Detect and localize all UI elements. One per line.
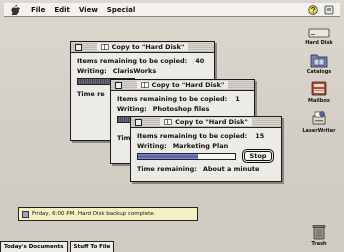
laserwriter-desktop-icon[interactable]: LaserWriter: [299, 110, 339, 134]
writing-label: Writing:: [117, 105, 147, 113]
copy-progress-fill: [138, 153, 199, 159]
remaining-label: Items remaining to be copied:: [117, 95, 228, 103]
copy-window-3-title: Copy to "Hard Disk": [175, 118, 248, 126]
tab-todays-documents[interactable]: Today's Documents: [0, 241, 68, 252]
remaining-count: 40: [195, 57, 205, 65]
copy-window-3-titlebar[interactable]: Copy to "Hard Disk": [131, 117, 281, 128]
tab-stuff-to-file[interactable]: Stuff To File: [69, 241, 115, 252]
remaining-count: 1: [235, 95, 240, 103]
hard-disk-label: Hard Disk: [305, 40, 333, 46]
remaining-count: 15: [255, 132, 265, 140]
notification-text: Friday, 6:00 PM. Hard Disk backup comple…: [32, 211, 156, 217]
catalogs-label: Catalogs: [306, 69, 332, 75]
copy-files-icon: [164, 119, 172, 125]
close-box-icon[interactable]: [115, 82, 122, 89]
stop-button[interactable]: Stop: [244, 151, 272, 161]
desktop: File Edit View Special Hard Disk Catalog…: [0, 0, 344, 252]
trash-icon: [312, 225, 326, 240]
notification-icon: [22, 210, 29, 218]
catalogs-desktop-icon[interactable]: Catalogs: [299, 52, 339, 75]
writing-value: ClarisWorks: [112, 67, 157, 75]
laserwriter-label: LaserWriter: [302, 128, 336, 134]
copy-window-2-titlebar[interactable]: Copy to "Hard Disk": [111, 80, 254, 91]
menu-edit[interactable]: Edit: [54, 6, 70, 14]
copy-window-1-titlebar[interactable]: Copy to "Hard Disk": [71, 42, 214, 53]
time-remaining-label: Time re: [77, 90, 105, 98]
copy-progress-bar: [137, 152, 236, 160]
hard-disk-icon: [308, 28, 330, 38]
menu-bar: File Edit View Special: [4, 3, 340, 17]
menu-file[interactable]: File: [31, 6, 45, 14]
printer-icon: [312, 111, 326, 125]
time-remaining-value: About a minute: [202, 165, 260, 173]
trash-label: Trash: [311, 241, 327, 247]
remaining-label: Items remaining to be copied:: [77, 57, 188, 65]
application-menu-icon[interactable]: [324, 5, 334, 15]
mailbox-label: Mailbox: [307, 98, 331, 104]
remaining-label: Items remaining to be copied:: [137, 132, 248, 140]
copy-window-1-title: Copy to "Hard Disk": [111, 43, 185, 51]
trash-desktop-icon[interactable]: Trash: [299, 224, 339, 247]
copy-files-icon: [100, 44, 109, 50]
close-box-icon[interactable]: [75, 44, 82, 51]
close-box-icon[interactable]: [135, 119, 142, 126]
menu-view[interactable]: View: [79, 6, 98, 14]
time-remaining-label: Time remaining:: [137, 165, 197, 173]
mailbox-icon: [311, 81, 327, 96]
mailbox-desktop-icon[interactable]: Mailbox: [299, 80, 339, 104]
popup-folder-tabs: Today's Documents Stuff To File: [0, 241, 115, 252]
writing-value: Marketing Plan: [172, 142, 229, 150]
help-icon[interactable]: [308, 4, 318, 15]
writing-value: Photoshop files: [152, 105, 210, 113]
menu-special[interactable]: Special: [107, 6, 135, 14]
writing-label: Writing:: [137, 142, 167, 150]
copy-window-3[interactable]: Copy to "Hard Disk" Items remaining to b…: [130, 116, 282, 182]
writing-label: Writing:: [77, 67, 107, 75]
copy-files-icon: [140, 82, 149, 88]
apple-menu-icon[interactable]: [8, 4, 22, 16]
backup-notification[interactable]: Friday, 6:00 PM. Hard Disk backup comple…: [18, 207, 198, 221]
hard-disk-desktop-icon[interactable]: Hard Disk: [299, 27, 339, 46]
folder-icon: [310, 54, 328, 68]
copy-window-2-title: Copy to "Hard Disk": [151, 81, 225, 89]
